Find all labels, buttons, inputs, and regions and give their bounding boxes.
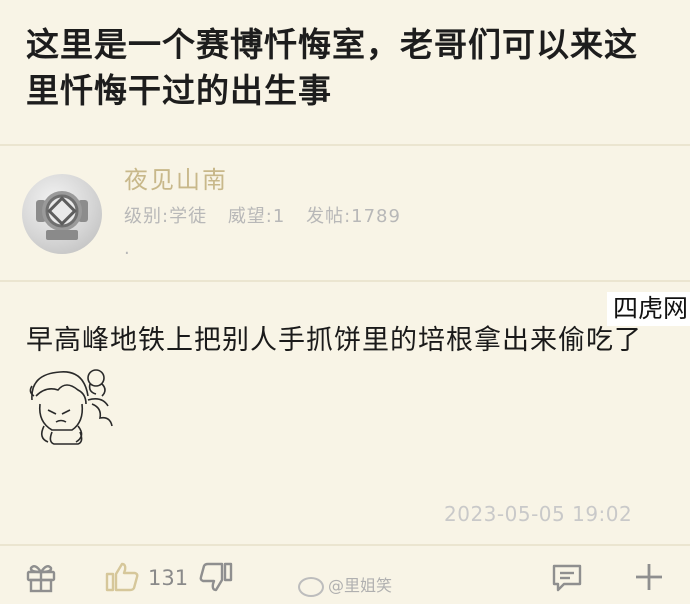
weibo-watermark: @里姐笑 xyxy=(298,572,392,597)
avatar[interactable] xyxy=(22,174,102,254)
weibo-logo-icon xyxy=(298,576,324,597)
thumbs-down-icon xyxy=(199,562,233,592)
author-post-count: 发帖:1789 xyxy=(306,206,401,227)
post-timestamp: 2023-05-05 19:02 xyxy=(444,502,633,526)
dislike-button[interactable] xyxy=(198,560,234,598)
author-meta: 级别:学徒 威望:1 发帖:1789 xyxy=(124,202,415,228)
author-block: 夜见山南 级别:学徒 威望:1 发帖:1789 . xyxy=(0,146,690,276)
sticker-image xyxy=(22,360,118,446)
like-count: 131 xyxy=(148,566,189,590)
author-extra: . xyxy=(124,238,130,259)
author-name[interactable]: 夜见山南 xyxy=(124,160,228,195)
author-level: 级别:学徒 xyxy=(124,206,208,227)
gift-button[interactable] xyxy=(24,560,58,598)
plus-icon xyxy=(636,564,662,590)
like-button[interactable] xyxy=(104,560,140,598)
post-body: 早高峰地铁上把别人手抓饼里的培根拿出来偷吃了 xyxy=(26,325,642,356)
author-prestige: 威望:1 xyxy=(227,206,286,227)
anime-girl-sticker-icon xyxy=(29,369,113,445)
divider xyxy=(0,544,690,546)
add-button[interactable] xyxy=(632,560,666,598)
divider xyxy=(0,280,690,282)
avatar-helmet-icon xyxy=(36,191,88,240)
weibo-handle: @里姐笑 xyxy=(328,576,393,595)
thread-title: 这里是一个赛博忏悔室，老哥们可以来这里忏悔干过的出生事 xyxy=(26,25,638,110)
gift-icon xyxy=(26,565,56,593)
comment-icon xyxy=(552,564,582,592)
thumbs-up-icon xyxy=(105,562,139,592)
comment-button[interactable] xyxy=(550,562,584,598)
